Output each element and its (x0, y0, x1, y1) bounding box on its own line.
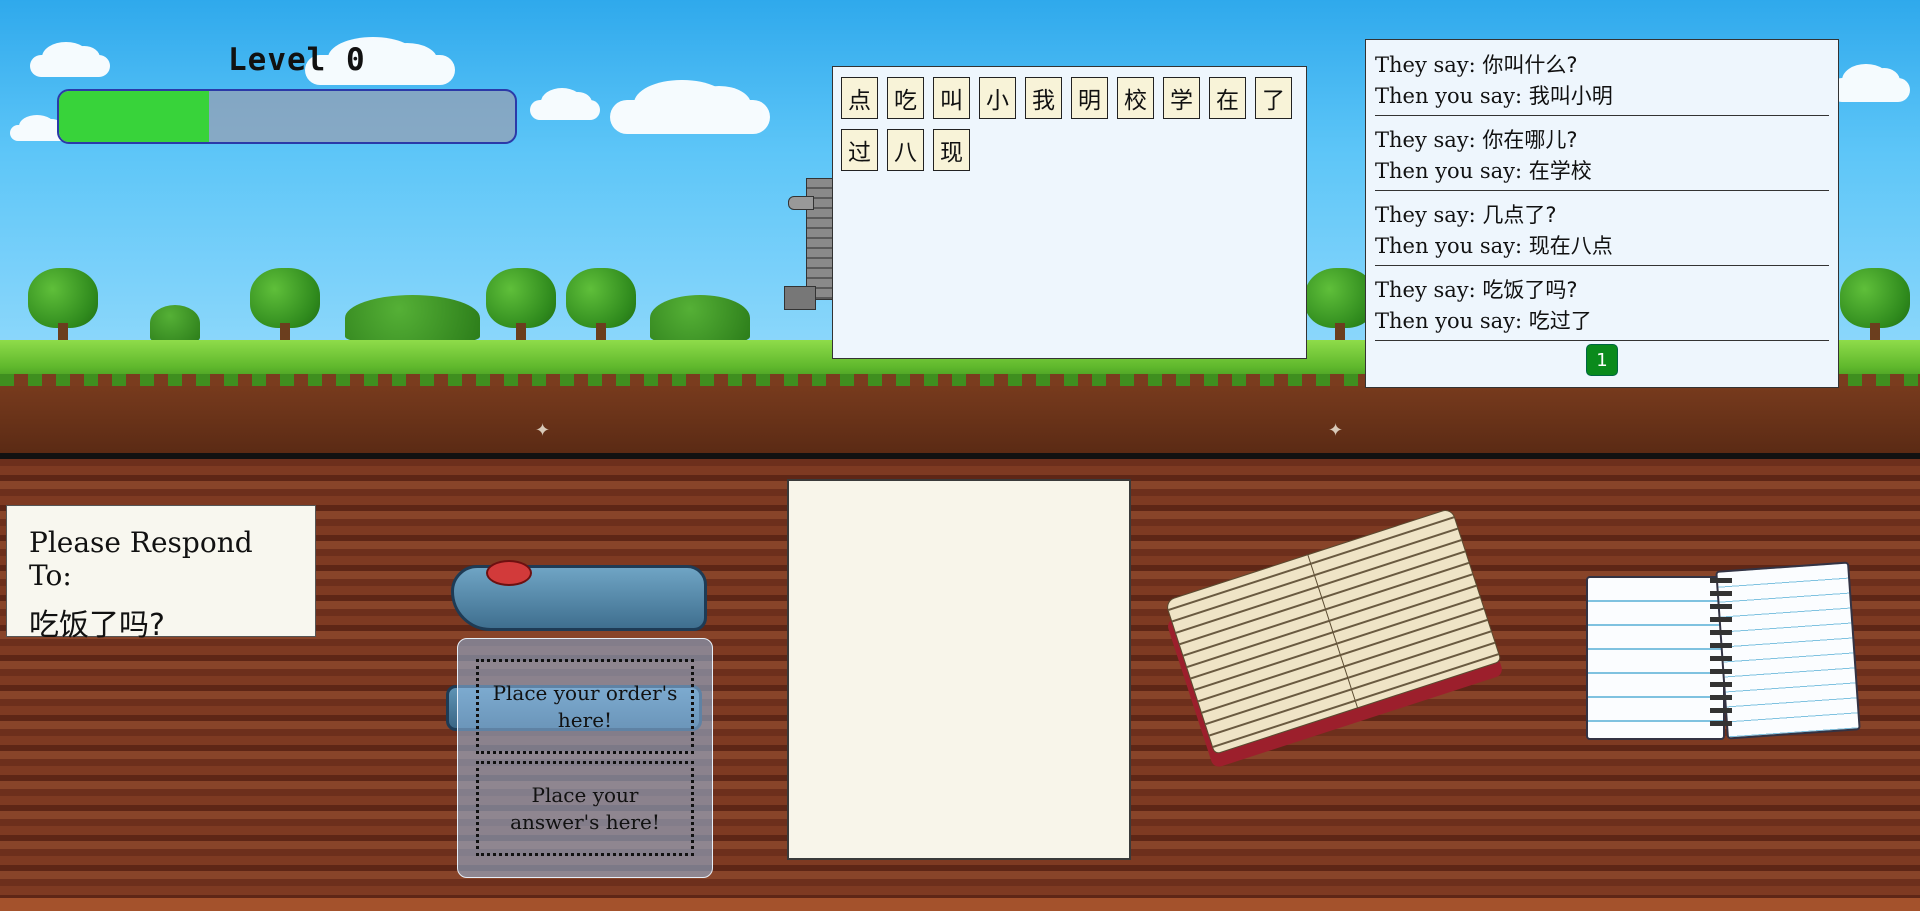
character-tile[interactable]: 现 (933, 129, 970, 171)
they-say-prefix: They say: (1375, 203, 1483, 227)
progress-bar (57, 89, 517, 144)
character-tile[interactable]: 过 (841, 129, 878, 171)
character-tile[interactable]: 点 (841, 77, 878, 119)
drop-zone: Place your order's here! Place your answ… (457, 638, 713, 878)
character-tile[interactable]: 我 (1025, 77, 1062, 119)
phrase-entry: They say: 吃饭了吗? Then you say: 吃过了 (1375, 275, 1829, 341)
you-say-phrase: 吃过了 (1528, 309, 1592, 333)
character-tile[interactable]: 叫 (933, 77, 970, 119)
desk-edge (0, 898, 1920, 911)
you-say-phrase: 现在八点 (1528, 234, 1613, 258)
prompt-phrase: 吃饭了吗? (29, 608, 165, 643)
cloud (530, 88, 600, 120)
sparkle-icon: ✦ (1328, 420, 1344, 441)
character-tile-panel: 点吃叫小我明校学在了过八现 (832, 66, 1307, 359)
order-drop-slot[interactable]: Place your order's here! (476, 659, 694, 754)
you-say-prefix: Then you say: (1375, 159, 1529, 183)
sparkle-icon: ✦ (535, 420, 551, 441)
they-say-phrase: 吃饭了吗? (1482, 278, 1578, 302)
dirt-strip (0, 374, 1920, 455)
character-tile[interactable]: 校 (1117, 77, 1154, 119)
progress-fill (59, 91, 210, 142)
prompt-label: Please Respond To: (29, 526, 253, 592)
they-say-phrase: 你叫什么? (1482, 53, 1578, 77)
answer-drop-slot[interactable]: Place your answer's here! (476, 761, 694, 856)
cloud (610, 79, 770, 134)
notebook-icon[interactable] (1586, 561, 1861, 741)
you-say-phrase: 我叫小明 (1528, 84, 1613, 108)
phrase-entry: They say: 你在哪儿? Then you say: 在学校 (1375, 125, 1829, 191)
phrase-list: They say: 你叫什么? Then you say: 我叫小明 They sa… (1375, 50, 1829, 341)
character-tile[interactable]: 小 (979, 77, 1016, 119)
you-say-prefix: Then you say: (1375, 84, 1529, 108)
phrase-entry: They say: 几点了? Then you say: 现在八点 (1375, 200, 1829, 266)
they-say-phrase: 你在哪儿? (1482, 128, 1578, 152)
bush (650, 295, 750, 341)
phrase-entry: They say: 你叫什么? Then you say: 我叫小明 (1375, 50, 1829, 116)
page-button[interactable]: 1 (1586, 344, 1618, 376)
prompt-card: Please Respond To: 吃饭了吗? (6, 505, 316, 643)
you-say-phrase: 在学校 (1528, 159, 1592, 183)
they-say-prefix: They say: (1375, 128, 1483, 152)
you-say-prefix: Then you say: (1375, 234, 1529, 258)
pipe-machine (784, 178, 834, 328)
you-say-prefix: Then you say: (1375, 309, 1529, 333)
character-tile[interactable]: 八 (887, 129, 924, 171)
character-tile[interactable]: 明 (1071, 77, 1108, 119)
they-say-phrase: 几点了? (1482, 203, 1557, 227)
they-say-prefix: They say: (1375, 53, 1483, 77)
character-tile[interactable]: 学 (1163, 77, 1200, 119)
character-tile[interactable]: 了 (1255, 77, 1292, 119)
phrase-book-panel: They say: 你叫什么? Then you say: 我叫小明 They sa… (1365, 39, 1839, 388)
level-title: Level 0 (228, 42, 366, 78)
character-tile-grid: 点吃叫小我明校学在了过八现 (841, 77, 1301, 171)
bush (345, 295, 480, 341)
they-say-prefix: They say: (1375, 278, 1483, 302)
cloud (1830, 63, 1910, 102)
answer-paper[interactable] (787, 479, 1131, 860)
cloud (30, 41, 110, 77)
character-tile[interactable]: 在 (1209, 77, 1246, 119)
bush (150, 305, 200, 341)
character-tile[interactable]: 吃 (887, 77, 924, 119)
